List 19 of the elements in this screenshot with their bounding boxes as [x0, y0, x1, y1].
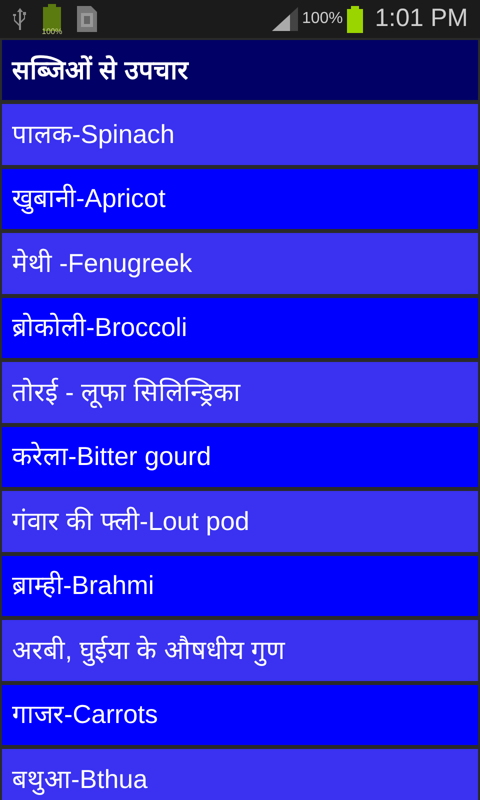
sim-card-icon — [76, 5, 98, 33]
clock: 1:01 PM — [374, 3, 468, 34]
battery-percent: 100% — [302, 9, 343, 29]
list-item[interactable]: तोरई - लूफा सिलिन्ड्रिका — [0, 360, 480, 424]
list-item[interactable]: गाजर-Carrots — [0, 682, 480, 747]
list-item[interactable]: खुबानी-Apricot — [0, 166, 480, 231]
list-item[interactable]: ब्राम्ही-Brahmi — [0, 554, 480, 618]
title: सब्जिओं से उपचार — [12, 54, 188, 86]
battery-icon — [346, 6, 363, 32]
list-item[interactable]: अरबी, घुईया के औषधीय गुण — [0, 618, 480, 682]
usb-icon — [12, 7, 28, 31]
list-item[interactable]: मेथी -Fenugreek — [0, 231, 480, 296]
list-item[interactable]: बथुआ-Bthua — [0, 747, 480, 800]
list-item[interactable]: गंवार की फ्ली-Lout pod — [0, 489, 480, 554]
signal-icon — [272, 7, 298, 31]
battery-icon-label: 100% — [42, 28, 62, 36]
list-item[interactable]: ब्रोकोली-Broccoli — [0, 296, 480, 360]
list-item[interactable]: पालक-Spinach — [0, 102, 480, 166]
list-item[interactable]: करेला-Bitter gourd — [0, 424, 480, 489]
